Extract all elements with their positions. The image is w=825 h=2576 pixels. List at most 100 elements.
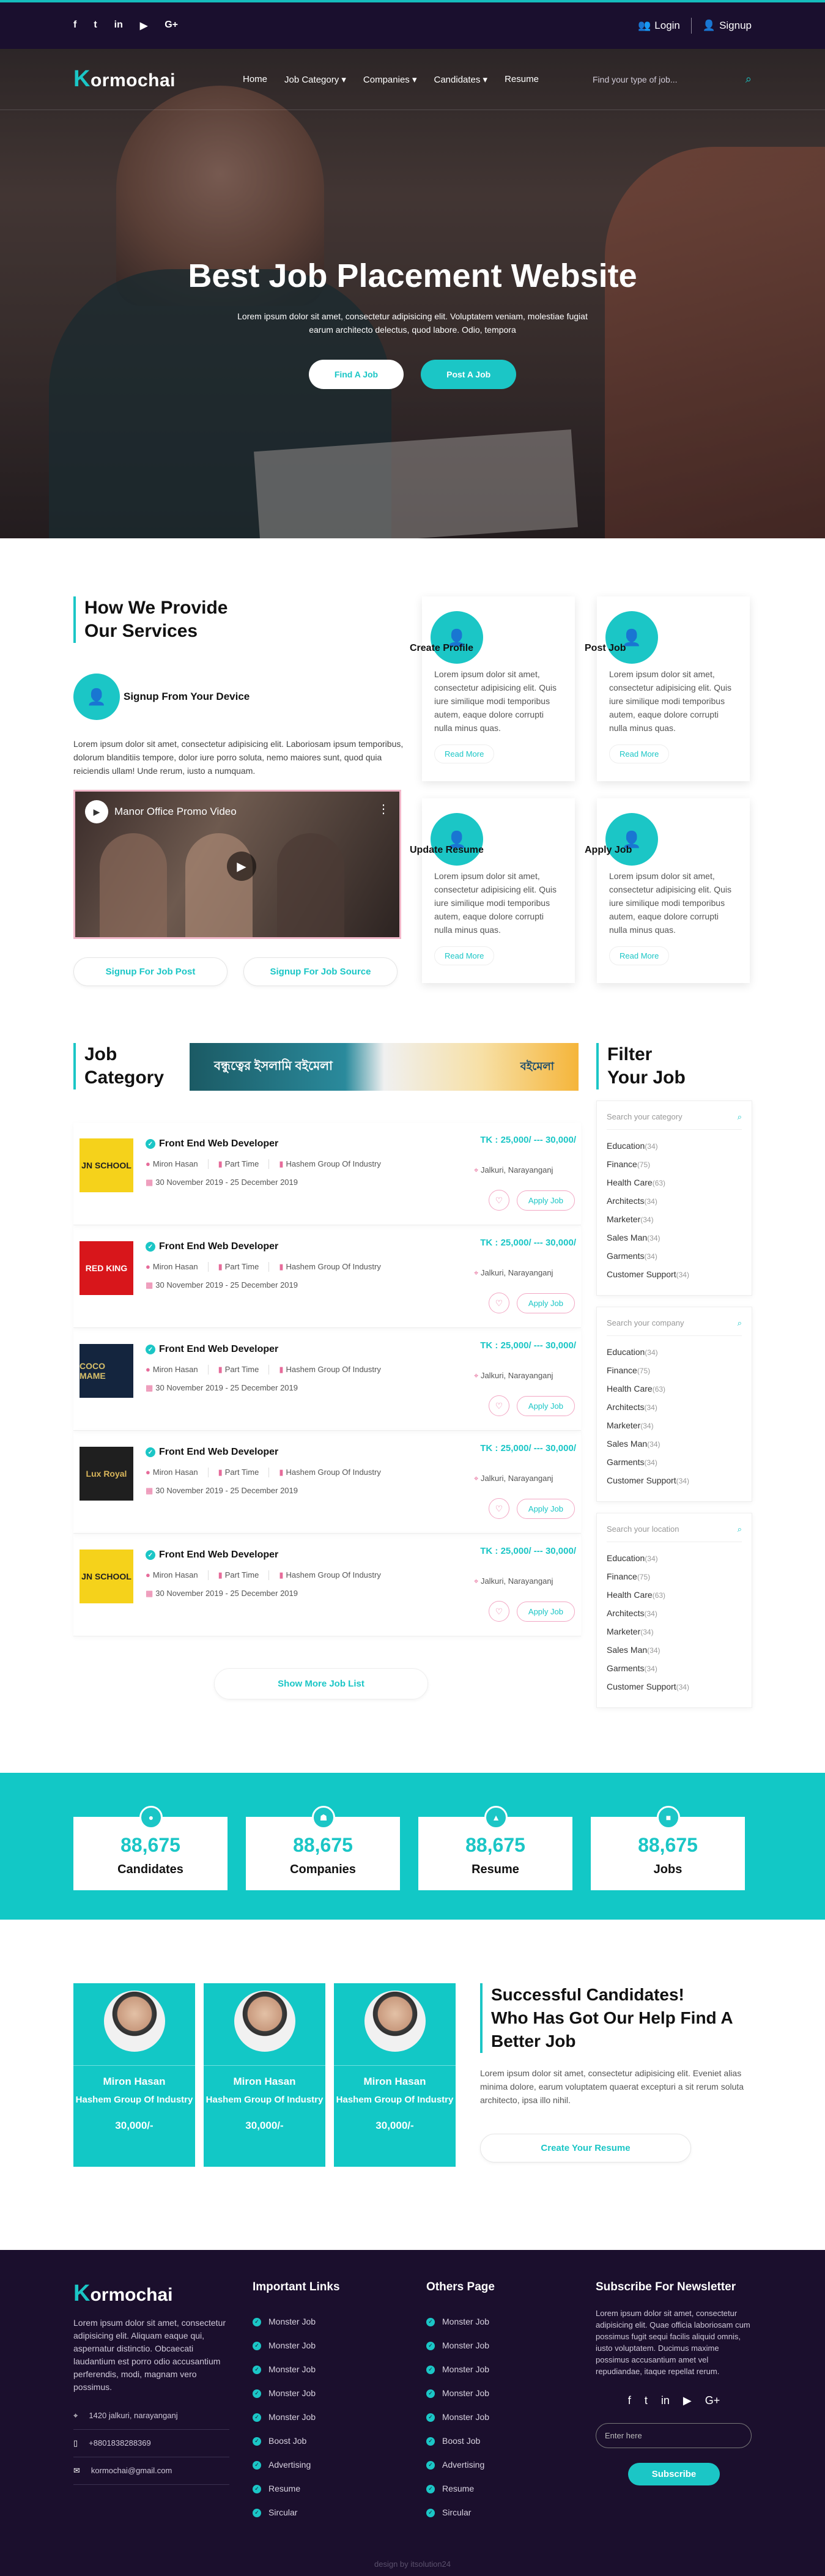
google-plus-icon[interactable]: G+: [165, 20, 178, 32]
show-more-button[interactable]: Show More Job List: [214, 1668, 428, 1699]
nav-home[interactable]: Home: [243, 74, 267, 85]
search-icon[interactable]: ⌕: [738, 1112, 742, 1122]
read-more-button[interactable]: Read More: [434, 744, 495, 763]
important-link[interactable]: ✓ Resume: [253, 2477, 393, 2501]
filter-item[interactable]: Finance(75): [607, 1568, 742, 1586]
read-more-button[interactable]: Read More: [609, 946, 670, 965]
ad-banner[interactable]: বন্ধুত্বের ইসলামি বইমেলা বইমেলা: [190, 1043, 579, 1091]
play-icon[interactable]: ▶: [227, 852, 256, 881]
filter-item[interactable]: Garments(34): [607, 1247, 742, 1266]
filter-item[interactable]: Marketer(34): [607, 1211, 742, 1229]
read-more-button[interactable]: Read More: [609, 744, 670, 763]
twitter-icon[interactable]: t: [645, 2394, 648, 2407]
filter-item[interactable]: Marketer(34): [607, 1623, 742, 1641]
others-link[interactable]: ✓ Monster Job: [426, 2358, 567, 2381]
youtube-icon[interactable]: ▶: [140, 20, 147, 32]
promo-video[interactable]: ▶ Manor Office Promo Video ⋮ ▶: [73, 790, 401, 939]
heart-icon[interactable]: ♡: [488, 1190, 509, 1211]
filter-item[interactable]: Garments(34): [607, 1453, 742, 1472]
filter-item[interactable]: Marketer(34): [607, 1417, 742, 1435]
facebook-icon[interactable]: f: [73, 20, 76, 32]
youtube-icon[interactable]: ▶: [683, 2394, 692, 2407]
linkedin-icon[interactable]: in: [661, 2394, 670, 2407]
filter-item[interactable]: Education(34): [607, 1137, 742, 1156]
filter-item[interactable]: Architects(34): [607, 1605, 742, 1623]
important-link[interactable]: ✓ Monster Job: [253, 2310, 393, 2334]
apply-job-button[interactable]: Apply Job: [516, 1293, 575, 1313]
filter-search-input[interactable]: Search your company: [607, 1318, 684, 1328]
search-input[interactable]: Find your type of job...: [593, 75, 678, 84]
filter-item[interactable]: Health Care(63): [607, 1586, 742, 1605]
important-link[interactable]: ✓ Boost Job: [253, 2429, 393, 2453]
filter-item[interactable]: Customer Support(34): [607, 1472, 742, 1490]
facebook-icon[interactable]: f: [628, 2394, 631, 2407]
nav-job-category[interactable]: Job Category ▾: [284, 74, 346, 85]
filter-item[interactable]: Education(34): [607, 1550, 742, 1568]
heart-icon[interactable]: ♡: [488, 1498, 509, 1519]
more-options-icon[interactable]: ⋮: [377, 801, 390, 817]
nav-companies[interactable]: Companies ▾: [363, 74, 417, 85]
signup-job-source-button[interactable]: Signup For Job Source: [243, 957, 398, 986]
filter-item[interactable]: Customer Support(34): [607, 1266, 742, 1284]
apply-job-button[interactable]: Apply Job: [516, 1498, 575, 1519]
filter-item[interactable]: Architects(34): [607, 1192, 742, 1211]
filter-item[interactable]: Sales Man(34): [607, 1229, 742, 1247]
filter-item[interactable]: Health Care(63): [607, 1174, 742, 1192]
read-more-button[interactable]: Read More: [434, 946, 495, 965]
filter-search-input[interactable]: Search your location: [607, 1524, 679, 1534]
find-job-button[interactable]: Find A Job: [308, 360, 404, 389]
others-link[interactable]: ✓ Monster Job: [426, 2381, 567, 2405]
heart-icon[interactable]: ♡: [488, 1601, 509, 1622]
filter-item[interactable]: Sales Man(34): [607, 1641, 742, 1660]
signup-link[interactable]: 👤 Signup: [703, 20, 752, 32]
job-title[interactable]: ✓ Front End Web Developer: [146, 1344, 381, 1355]
filter-search-input[interactable]: Search your category: [607, 1112, 683, 1122]
twitter-icon[interactable]: t: [94, 20, 97, 32]
linkedin-icon[interactable]: in: [114, 20, 123, 32]
important-link[interactable]: ✓ Monster Job: [253, 2358, 393, 2381]
nav-search[interactable]: Find your type of job... ⌕: [593, 73, 752, 86]
filter-search[interactable]: Search your location ⌕: [607, 1524, 742, 1542]
job-title[interactable]: ✓ Front End Web Developer: [146, 1550, 381, 1561]
logo[interactable]: Kormochai: [73, 66, 176, 92]
signup-job-post-button[interactable]: Signup For Job Post: [73, 957, 228, 986]
others-link[interactable]: ✓ Sircular: [426, 2501, 567, 2525]
nav-candidates[interactable]: Candidates ▾: [434, 74, 488, 85]
others-link[interactable]: ✓ Monster Job: [426, 2334, 567, 2358]
others-link[interactable]: ✓ Boost Job: [426, 2429, 567, 2453]
important-link[interactable]: ✓ Advertising: [253, 2453, 393, 2477]
login-link[interactable]: 👥 Login: [638, 20, 680, 32]
apply-job-button[interactable]: Apply Job: [516, 1190, 575, 1211]
create-resume-button[interactable]: Create Your Resume: [480, 2134, 691, 2162]
job-title[interactable]: ✓ Front End Web Developer: [146, 1138, 381, 1149]
job-title[interactable]: ✓ Front End Web Developer: [146, 1447, 381, 1458]
filter-item[interactable]: Architects(34): [607, 1398, 742, 1417]
others-link[interactable]: ✓ Monster Job: [426, 2310, 567, 2334]
important-link[interactable]: ✓ Monster Job: [253, 2334, 393, 2358]
filter-item[interactable]: Finance(75): [607, 1362, 742, 1380]
important-link[interactable]: ✓ Monster Job: [253, 2405, 393, 2429]
heart-icon[interactable]: ♡: [488, 1395, 509, 1416]
apply-job-button[interactable]: Apply Job: [516, 1601, 575, 1622]
others-link[interactable]: ✓ Monster Job: [426, 2405, 567, 2429]
newsletter-email-input[interactable]: Enter here: [596, 2423, 752, 2448]
post-job-button[interactable]: Post A Job: [421, 360, 517, 389]
important-link[interactable]: ✓ Monster Job: [253, 2381, 393, 2405]
footer-logo[interactable]: Kormochai: [73, 2281, 172, 2306]
nav-resume[interactable]: Resume: [505, 74, 539, 85]
subscribe-button[interactable]: Subscribe: [628, 2463, 720, 2485]
filter-search[interactable]: Search your category ⌕: [607, 1112, 742, 1130]
search-icon[interactable]: ⌕: [745, 73, 752, 86]
others-link[interactable]: ✓ Resume: [426, 2477, 567, 2501]
apply-job-button[interactable]: Apply Job: [516, 1395, 575, 1416]
filter-item[interactable]: Sales Man(34): [607, 1435, 742, 1453]
filter-item[interactable]: Health Care(63): [607, 1380, 742, 1398]
google-plus-icon[interactable]: G+: [705, 2394, 720, 2407]
search-icon[interactable]: ⌕: [738, 1524, 742, 1534]
filter-search[interactable]: Search your company ⌕: [607, 1318, 742, 1336]
heart-icon[interactable]: ♡: [488, 1293, 509, 1313]
filter-item[interactable]: Garments(34): [607, 1660, 742, 1678]
filter-item[interactable]: Customer Support(34): [607, 1678, 742, 1696]
filter-item[interactable]: Education(34): [607, 1343, 742, 1362]
others-link[interactable]: ✓ Advertising: [426, 2453, 567, 2477]
